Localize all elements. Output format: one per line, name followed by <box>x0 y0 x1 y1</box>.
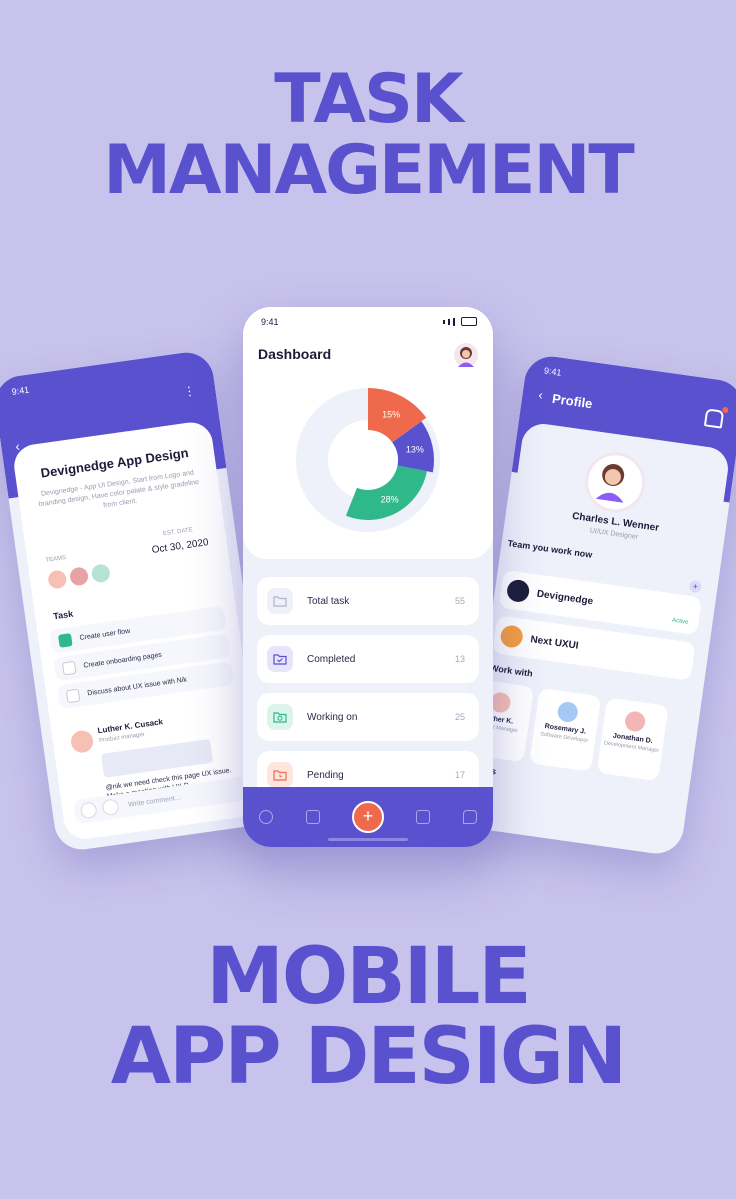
profile-title: Profile <box>551 390 594 412</box>
est-date: Oct 30, 2020 <box>151 537 210 556</box>
stat-label: Total task <box>307 595 350 607</box>
teams-label: TEAMS <box>45 555 67 564</box>
stat-value: 13 <box>454 654 465 664</box>
back-icon[interactable]: ‹ <box>538 387 544 402</box>
member-card[interactable]: Jonathan D. Development Manager <box>596 697 669 782</box>
checkbox[interactable] <box>61 660 77 676</box>
member-card[interactable]: Rosemary J. Software Developer <box>529 687 602 772</box>
team-logo <box>505 578 531 604</box>
stat-label: Pending <box>307 769 344 781</box>
status-time: 9:41 <box>261 317 279 327</box>
dashboard-phone: 9:41 Dashboard 15% 13% 28% Total task 55 <box>243 307 493 847</box>
commenter-name: Luther K. Cusack <box>97 717 164 736</box>
profile-card: Charles L. Wenner UI/UX Designer Team yo… <box>461 421 731 857</box>
person-icon <box>458 347 474 367</box>
stat-total-task[interactable]: Total task 55 <box>257 577 479 625</box>
profile-phone: 9:41 ‹ Profile Charles L. Wenner UI/UX D… <box>461 353 736 857</box>
more-icon[interactable]: ⋮ <box>182 383 196 399</box>
notification-dot <box>721 406 729 414</box>
donut-label: 28% <box>381 494 399 504</box>
status-time: 9:41 <box>543 365 563 378</box>
team-avatar[interactable] <box>47 569 68 590</box>
date-label: EST. DATE <box>162 527 194 538</box>
chat-icon[interactable] <box>462 810 477 824</box>
signal-icon <box>443 319 445 324</box>
commenter-avatar <box>69 729 95 755</box>
dashboard-header: 9:41 Dashboard 15% 13% 28% <box>243 307 493 559</box>
task-label: Create onboarding pages <box>83 651 163 670</box>
comment-placeholder: Write comment... <box>127 793 182 809</box>
stat-label: Completed <box>307 653 356 665</box>
folder-check-icon <box>267 646 293 672</box>
task-heading: Task <box>52 608 74 622</box>
task-label: Create user flow <box>79 627 131 642</box>
team-status: Active <box>671 617 689 626</box>
stat-value: 17 <box>454 770 465 780</box>
dashboard-title: Dashboard <box>258 346 332 362</box>
team-name: Next UXUI <box>529 633 580 652</box>
battery-icon <box>461 317 477 326</box>
team-avatar[interactable] <box>90 563 111 584</box>
task-donut-chart: 15% 13% 28% <box>296 388 440 532</box>
folder-refresh-icon <box>267 704 293 730</box>
add-team-icon[interactable]: + <box>688 579 703 594</box>
folder-check-icon[interactable] <box>305 810 320 824</box>
signal-icon <box>453 317 455 326</box>
team-logo <box>499 624 525 649</box>
stat-value: 55 <box>454 596 465 606</box>
headline-mobile: MOBILE <box>206 932 531 1022</box>
signal-icon <box>448 318 450 325</box>
folder-clock-icon <box>267 762 293 788</box>
task-label: Discuss about UX issue with Nik <box>86 675 188 697</box>
person-icon <box>595 464 625 503</box>
headline-task: TASK <box>274 60 463 139</box>
donut-label: 15% <box>382 410 400 420</box>
checkbox-checked[interactable] <box>57 632 73 648</box>
team-avatar[interactable] <box>68 566 90 587</box>
work-with-heading: Work with <box>489 662 534 679</box>
headline-app-design: APP DESIGN <box>110 1012 627 1102</box>
team-name: Devignedge <box>536 588 594 607</box>
stat-completed[interactable]: Completed 13 <box>257 635 479 683</box>
box-icon[interactable] <box>416 810 431 824</box>
folder-icon <box>267 588 293 614</box>
add-button[interactable]: + <box>351 801 384 833</box>
member-avatar <box>556 700 580 724</box>
grid-icon[interactable] <box>259 810 274 824</box>
home-indicator <box>328 838 408 841</box>
bell-icon[interactable] <box>703 408 725 429</box>
attach-icon[interactable] <box>101 798 120 817</box>
member-avatar <box>623 710 647 733</box>
headline-management: MANAGEMENT <box>103 131 635 210</box>
profile-avatar <box>581 448 650 517</box>
donut-label: 13% <box>406 445 424 455</box>
status-time: 9:41 <box>11 384 30 397</box>
stat-value: 25 <box>454 712 465 722</box>
teams-heading: Team you work now <box>506 538 593 560</box>
stat-label: Working on <box>307 711 358 723</box>
emoji-icon[interactable] <box>79 801 98 820</box>
task-detail-card: Devignedge App Design Devignedge - App U… <box>11 419 265 842</box>
bottom-nav: + <box>243 787 493 847</box>
stat-working-on[interactable]: Working on 25 <box>257 693 479 741</box>
status-icons <box>443 317 477 326</box>
checkbox[interactable] <box>65 688 81 703</box>
task-detail-phone: 9:41 ⋮ ‹ Devignedge App Design Devignedg… <box>0 349 277 853</box>
user-avatar[interactable] <box>454 343 478 367</box>
